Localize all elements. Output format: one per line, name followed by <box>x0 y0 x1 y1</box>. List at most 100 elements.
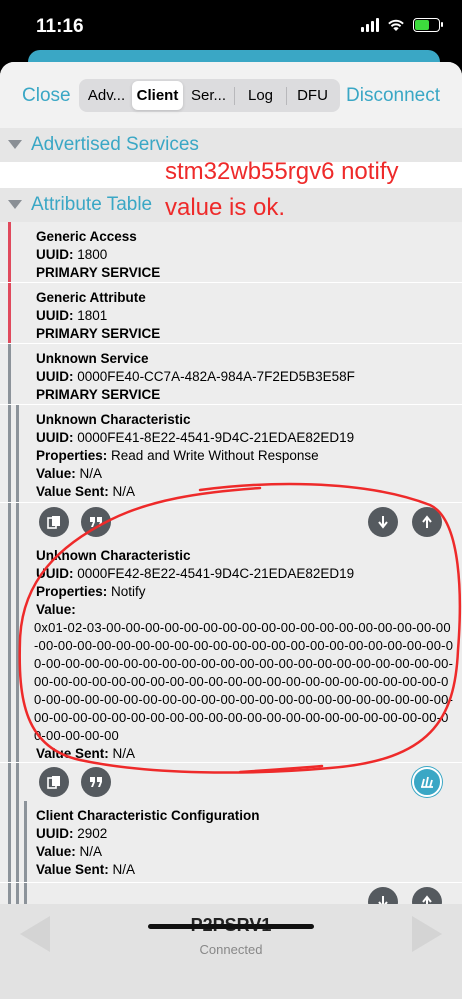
row-kind: PRIMARY SERVICE <box>36 387 161 402</box>
service-bar <box>8 405 11 502</box>
row-kind: PRIMARY SERVICE <box>36 326 161 341</box>
properties-label: Properties: <box>36 448 108 463</box>
service-row-unknown-service[interactable]: Unknown Service UUID: 0000FE40-CC7A-482A… <box>0 344 462 405</box>
value-value: N/A <box>79 466 103 481</box>
descriptor-bar <box>24 801 27 882</box>
service-bar <box>8 222 11 282</box>
status-bar: 11:16 <box>0 0 462 56</box>
characteristic-bar <box>16 801 19 882</box>
uuid-value: 1800 <box>77 247 108 262</box>
annotation-line-1: stm32wb55rgv6 notify <box>165 158 399 185</box>
characteristic-bar <box>16 405 19 502</box>
uuid-label: UUID: <box>36 308 74 323</box>
uuid-value: 0000FE40-CC7A-482A-984A-7F2ED5B3E58F <box>77 369 355 384</box>
service-bar <box>8 541 11 762</box>
cellular-signal-icon <box>361 18 379 32</box>
value-sent-label: Value Sent: <box>36 862 109 877</box>
service-bar <box>8 283 11 343</box>
value-label: Value: <box>36 844 76 859</box>
tab-services[interactable]: Ser... <box>183 81 234 110</box>
characteristic-row-fe41[interactable]: Unknown Characteristic UUID: 0000FE41-8E… <box>0 405 462 503</box>
uuid-label: UUID: <box>36 430 74 445</box>
arrow-up-icon <box>422 515 432 528</box>
tab-advertising[interactable]: Adv... <box>81 81 132 110</box>
row-text: Generic Access UUID: 1800 PRIMARY SERVIC… <box>36 228 160 282</box>
tab-log[interactable]: Log <box>235 81 286 110</box>
row-text: Unknown Characteristic UUID: 0000FE42-8E… <box>34 547 454 763</box>
value-sent-value: N/A <box>112 484 136 499</box>
row-name: Unknown Service <box>36 351 149 366</box>
disconnect-button[interactable]: Disconnect <box>346 85 440 107</box>
copy-icon <box>47 776 60 789</box>
uuid-label: UUID: <box>36 247 74 262</box>
status-time: 11:16 <box>36 16 84 37</box>
advertised-services-header[interactable]: Advertised Services <box>0 128 462 162</box>
characteristic-row-fe42[interactable]: Unknown Characteristic UUID: 0000FE42-8E… <box>0 541 462 763</box>
copy-icon <box>47 516 60 529</box>
service-row-generic-attribute[interactable]: Generic Attribute UUID: 1801 PRIMARY SER… <box>0 283 462 344</box>
row-text: Unknown Service UUID: 0000FE40-CC7A-482A… <box>36 350 355 404</box>
section-title: Attribute Table <box>31 194 153 215</box>
quote-button[interactable] <box>81 507 111 537</box>
characteristic-bar <box>16 503 19 541</box>
uuid-value: 2902 <box>77 826 108 841</box>
quote-icon <box>90 517 102 527</box>
row-text: Client Characteristic Configuration UUID… <box>36 807 260 879</box>
quote-button[interactable] <box>81 767 111 797</box>
characteristic-actions-fe41 <box>0 503 462 541</box>
service-bar <box>8 763 11 801</box>
copy-button[interactable] <box>39 507 69 537</box>
notify-value-hex: 0x01-02-03-00-00-00-00-00-00-00-00-00-00… <box>34 620 454 743</box>
top-navigation-bar: Close Adv... Client Ser... Log DFU Disco… <box>0 62 462 128</box>
annotation-line-2: value is ok. <box>165 194 286 221</box>
row-name: Generic Attribute <box>36 290 146 305</box>
service-bar <box>8 344 11 404</box>
row-name: Client Characteristic Configuration <box>36 808 260 823</box>
characteristic-bar <box>16 763 19 801</box>
collapse-triangle-icon <box>8 140 22 149</box>
collapse-triangle-icon <box>8 200 22 209</box>
service-bar <box>8 503 11 541</box>
uuid-label: UUID: <box>36 369 74 384</box>
section-title: Advertised Services <box>31 134 199 155</box>
row-name: Unknown Characteristic <box>36 412 191 427</box>
tab-segmented-control: Adv... Client Ser... Log DFU <box>79 79 340 112</box>
uuid-label: UUID: <box>36 826 74 841</box>
row-text: Generic Attribute UUID: 1801 PRIMARY SER… <box>36 289 160 343</box>
wifi-icon <box>388 19 404 31</box>
tab-dfu[interactable]: DFU <box>287 81 338 110</box>
device-footer: P2PSRV1 Connected <box>0 904 462 999</box>
row-text: Unknown Characteristic UUID: 0000FE41-8E… <box>36 411 354 501</box>
value-label: Value: <box>36 466 76 481</box>
value-value: N/A <box>79 844 103 859</box>
properties-value: Read and Write Without Response <box>111 448 319 463</box>
uuid-label: UUID: <box>36 566 74 581</box>
value-sent-value: N/A <box>112 862 136 877</box>
value-sent-label: Value Sent: <box>36 484 109 499</box>
write-button[interactable] <box>412 507 442 537</box>
row-name: Unknown Characteristic <box>36 548 191 563</box>
notify-toggle-button[interactable] <box>412 767 442 797</box>
next-device-arrow-icon[interactable] <box>412 916 442 952</box>
notify-icon <box>421 776 433 788</box>
row-kind: PRIMARY SERVICE <box>36 265 161 280</box>
close-button[interactable]: Close <box>22 85 71 107</box>
characteristic-actions-fe42 <box>0 763 462 801</box>
value-sent-value: N/A <box>112 746 136 761</box>
home-indicator <box>148 924 314 929</box>
connection-status: Connected <box>199 942 263 957</box>
value-label: Value: <box>36 602 76 617</box>
value-sent-label: Value Sent: <box>36 746 109 761</box>
arrow-down-icon <box>378 516 388 529</box>
quote-icon <box>90 777 102 787</box>
copy-button[interactable] <box>39 767 69 797</box>
characteristic-bar <box>16 541 19 762</box>
properties-value: Notify <box>111 584 146 599</box>
uuid-value: 0000FE42-8E22-4541-9D4C-21EDAE82ED19 <box>77 566 355 581</box>
battery-charging-icon <box>413 18 443 32</box>
descriptor-row-cccd[interactable]: Client Characteristic Configuration UUID… <box>0 801 462 883</box>
read-button[interactable] <box>368 507 398 537</box>
uuid-value: 0000FE41-8E22-4541-9D4C-21EDAE82ED19 <box>77 430 355 445</box>
service-row-generic-access[interactable]: Generic Access UUID: 1800 PRIMARY SERVIC… <box>0 222 462 283</box>
tab-client[interactable]: Client <box>132 81 183 110</box>
